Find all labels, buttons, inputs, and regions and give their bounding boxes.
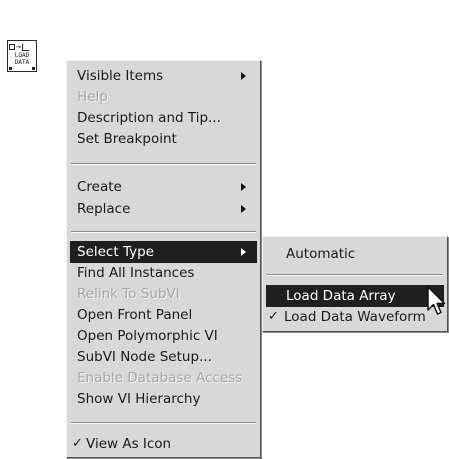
submenu-arrow-icon bbox=[241, 72, 246, 80]
submenu-item-automatic[interactable]: Automatic bbox=[266, 243, 444, 265]
terminal-right-icon bbox=[32, 67, 35, 70]
checkmark-icon: ✓ bbox=[72, 436, 83, 451]
menu-item-label: Description and Tip... bbox=[77, 110, 221, 126]
menu-item-relink-to-subvi: Relink To SubVI bbox=[70, 283, 257, 305]
menu-item-description-and-tip[interactable]: Description and Tip... bbox=[70, 107, 257, 129]
select-type-submenu: Automatic Load Data Array ✓ Load Data Wa… bbox=[262, 236, 448, 332]
menu-item-label: Visible Items bbox=[77, 68, 164, 84]
submenu-item-label: Load Data Waveform bbox=[284, 309, 426, 325]
menu-item-label: Open Front Panel bbox=[77, 307, 193, 323]
menu-item-open-polymorphic-vi[interactable]: Open Polymorphic VI bbox=[70, 325, 257, 347]
submenu-item-load-data-array[interactable]: Load Data Array bbox=[266, 285, 444, 307]
menu-item-label: View As Icon bbox=[86, 436, 172, 452]
mouse-pointer-icon bbox=[427, 286, 446, 315]
menu-separator bbox=[267, 274, 443, 276]
menu-item-label: Open Polymorphic VI bbox=[77, 328, 218, 344]
vi-icon-header: → bbox=[9, 42, 35, 52]
menu-item-enable-database-access: Enable Database Access bbox=[70, 367, 257, 389]
submenu-item-label: Load Data Array bbox=[286, 288, 396, 304]
menu-separator bbox=[71, 422, 256, 424]
menu-separator bbox=[71, 231, 256, 233]
menu-item-view-as-icon[interactable]: ✓ View As Icon bbox=[70, 433, 257, 455]
checkmark-icon: ✓ bbox=[268, 309, 279, 324]
menu-item-label: Replace bbox=[77, 201, 131, 217]
menu-item-select-type[interactable]: Select Type bbox=[70, 241, 257, 263]
menu-item-help: Help bbox=[70, 86, 257, 108]
menu-item-open-front-panel[interactable]: Open Front Panel bbox=[70, 304, 257, 326]
menu-item-set-breakpoint[interactable]: Set Breakpoint bbox=[70, 128, 257, 150]
menu-item-label: Show VI Hierarchy bbox=[77, 391, 201, 407]
menu-item-label: Relink To SubVI bbox=[77, 286, 180, 302]
load-data-vi-icon[interactable]: → LOAD DATA bbox=[7, 40, 37, 72]
menu-item-label: SubVI Node Setup... bbox=[77, 349, 212, 365]
menu-separator bbox=[71, 163, 256, 165]
file-icon bbox=[9, 44, 15, 50]
submenu-arrow-icon bbox=[241, 183, 246, 191]
vi-icon-label-line2: DATA bbox=[14, 58, 30, 66]
menu-item-label: Find All Instances bbox=[77, 265, 195, 281]
menu-item-find-all-instances[interactable]: Find All Instances bbox=[70, 262, 257, 284]
context-menu: Visible Items Help Description and Tip..… bbox=[66, 60, 261, 458]
submenu-arrow-icon bbox=[241, 205, 246, 213]
menu-item-replace[interactable]: Replace bbox=[70, 198, 257, 220]
menu-item-visible-items[interactable]: Visible Items bbox=[70, 65, 257, 87]
submenu-item-label: Automatic bbox=[286, 246, 356, 262]
menu-item-label: Enable Database Access bbox=[77, 370, 243, 386]
menu-item-label: Select Type bbox=[77, 244, 154, 260]
submenu-arrow-icon bbox=[241, 248, 246, 256]
menu-item-label: Help bbox=[77, 89, 108, 105]
submenu-item-load-data-waveform[interactable]: ✓ Load Data Waveform bbox=[266, 306, 444, 328]
menu-item-subvi-node-setup[interactable]: SubVI Node Setup... bbox=[70, 346, 257, 368]
menu-item-show-vi-hierarchy[interactable]: Show VI Hierarchy bbox=[70, 388, 257, 410]
menu-item-create[interactable]: Create bbox=[70, 176, 257, 198]
menu-item-label: Set Breakpoint bbox=[77, 131, 177, 147]
terminal-left-icon bbox=[9, 67, 12, 70]
menu-item-label: Create bbox=[77, 179, 122, 195]
arrow-icon: → bbox=[16, 42, 21, 51]
graph-icon bbox=[21, 43, 29, 51]
vi-icon-label: LOAD DATA bbox=[9, 52, 35, 66]
